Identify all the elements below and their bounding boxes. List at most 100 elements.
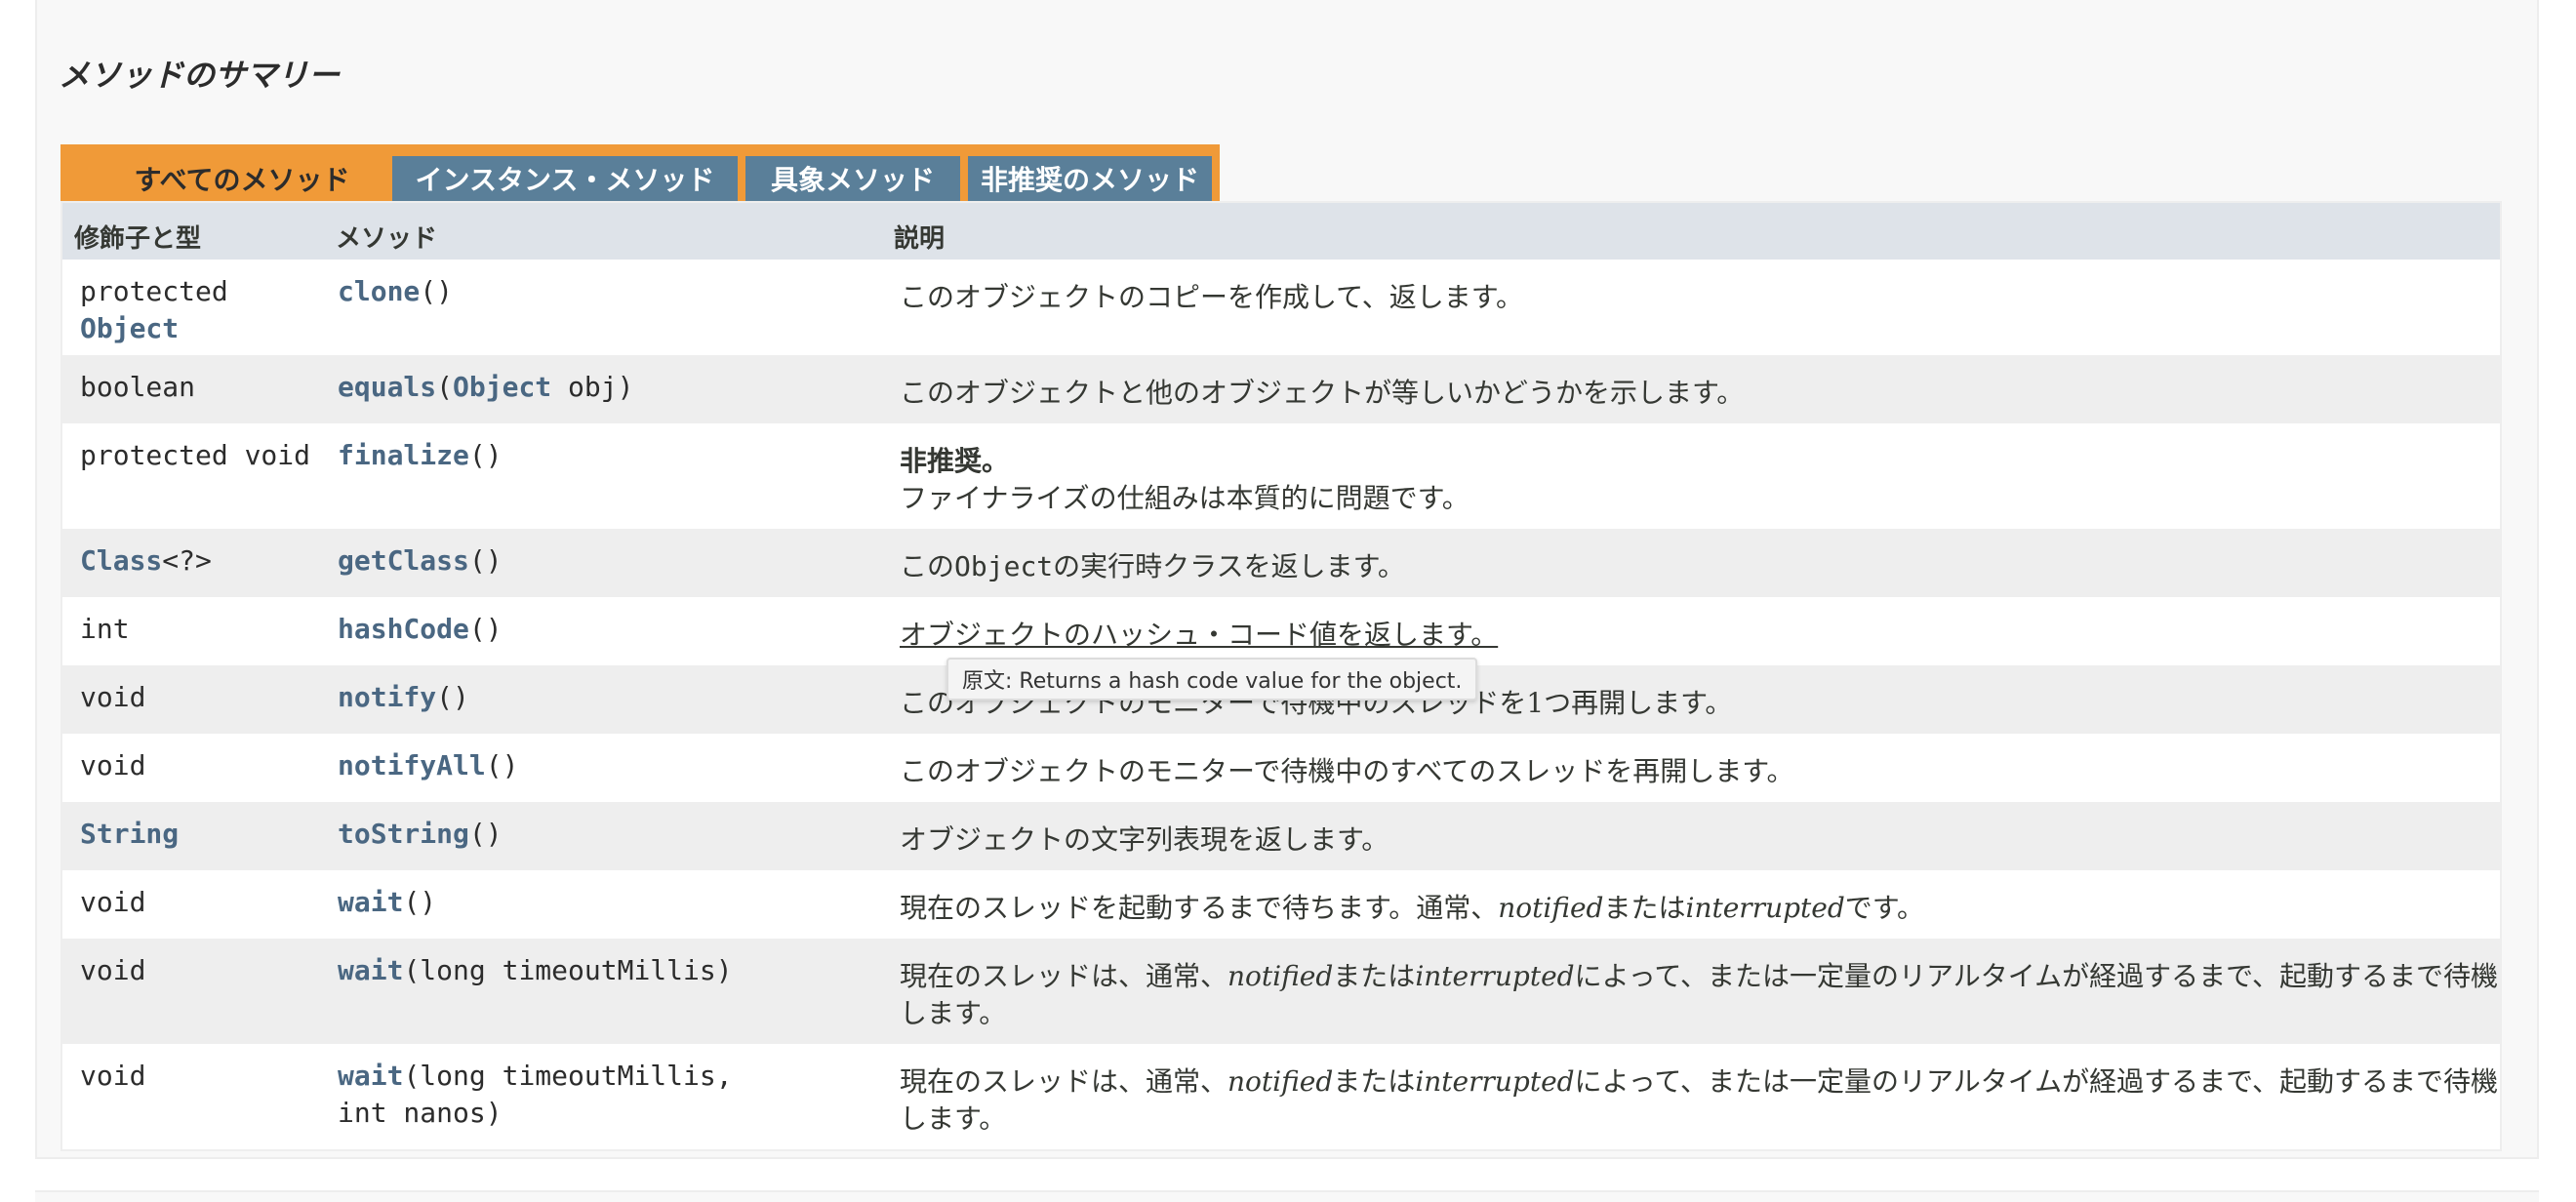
table-row: void wait() 現在のスレッドを起動するまで待ちます。通常、notifi… bbox=[62, 870, 2500, 939]
param-type-link[interactable]: Object bbox=[453, 371, 551, 403]
row-description-hovered[interactable]: オブジェクトのハッシュ・コード値を返します。 bbox=[900, 617, 2500, 654]
description-text: この bbox=[900, 550, 955, 582]
type-link[interactable]: Class bbox=[80, 544, 162, 577]
row-method: getClass() bbox=[338, 542, 884, 580]
method-link-wait-timeout[interactable]: wait bbox=[338, 954, 403, 986]
description-text: です。 bbox=[1844, 892, 1924, 924]
tab-all-methods[interactable]: すべてのメソッド bbox=[84, 156, 400, 201]
row-method: wait(long timeoutMillis, int nanos) bbox=[338, 1058, 884, 1132]
method-params: () bbox=[468, 613, 503, 645]
table-row: int hashCode() オブジェクトのハッシュ・コード値を返します。 bbox=[62, 597, 2500, 665]
method-params: obj) bbox=[551, 371, 634, 403]
method-params: () bbox=[468, 544, 503, 577]
tab-deprecated-methods[interactable]: 非推奨のメソッド bbox=[968, 156, 1212, 201]
row-method: equals(Object obj) bbox=[338, 369, 884, 406]
row-type: void bbox=[80, 681, 146, 713]
method-link-hashcode[interactable]: hashCode bbox=[338, 613, 469, 645]
description-emphasis: interrupted bbox=[1685, 892, 1845, 924]
type-link[interactable]: Object bbox=[80, 312, 179, 344]
method-params: int nanos) bbox=[338, 1097, 503, 1129]
row-type: int bbox=[80, 613, 130, 645]
method-link-wait-timeout-nanos[interactable]: wait bbox=[338, 1060, 403, 1092]
row-description: 現在のスレッドは、通常、notifiedまたはinterruptedによって、ま… bbox=[900, 1063, 2500, 1138]
method-params: () bbox=[436, 681, 469, 713]
row-method: clone() bbox=[338, 273, 884, 310]
method-params: () bbox=[403, 886, 437, 918]
row-description: 現在のスレッドを起動するまで待ちます。通常、notifiedまたはinterru… bbox=[900, 890, 2500, 927]
table-row: boolean equals(Object obj) このオブジェクトと他のオブ… bbox=[62, 355, 2500, 423]
row-method: notifyAll() bbox=[338, 747, 884, 784]
table-row: void wait(long timeoutMillis, int nanos)… bbox=[62, 1044, 2500, 1149]
type-generic: <?> bbox=[162, 544, 212, 577]
method-tab-bar: すべてのメソッド インスタンス・メソッド 具象メソッド 非推奨のメソッド bbox=[60, 144, 1220, 201]
header-method: メソッド bbox=[336, 224, 438, 254]
method-link-equals[interactable]: equals bbox=[338, 371, 436, 403]
row-type: String bbox=[80, 816, 324, 853]
header-modifier-type: 修飾子と型 bbox=[74, 224, 202, 254]
method-params: (long timeoutMillis, bbox=[403, 1060, 733, 1092]
table-row: protected void finalize() 非推奨。 ファイナライズの仕… bbox=[62, 423, 2500, 529]
deprecated-label: 非推奨。 bbox=[900, 445, 1010, 477]
method-link-tostring[interactable]: toString bbox=[338, 818, 469, 850]
method-params: (long timeoutMillis) bbox=[403, 954, 733, 986]
table-row: protected Object clone() このオブジェクトのコピーを作成… bbox=[62, 260, 2500, 355]
table-row: Class<?> getClass() このObjectの実行時クラスを返します… bbox=[62, 529, 2500, 597]
description-emphasis: interrupted bbox=[1415, 1065, 1575, 1098]
row-type: Class<?> bbox=[80, 542, 324, 580]
description-code: Object bbox=[954, 550, 1054, 582]
method-params: () bbox=[468, 439, 503, 471]
description-emphasis: notified bbox=[1228, 960, 1334, 992]
row-method: hashCode() bbox=[338, 611, 884, 648]
header-description: 説明 bbox=[894, 224, 946, 254]
row-method: toString() bbox=[338, 816, 884, 853]
tab-instance-methods[interactable]: インスタンス・メソッド bbox=[392, 156, 738, 201]
method-link-wait[interactable]: wait bbox=[338, 886, 403, 918]
method-params: () bbox=[468, 818, 503, 850]
row-method: wait(long timeoutMillis) bbox=[338, 952, 884, 989]
method-params: () bbox=[485, 749, 519, 781]
row-type: protected Object bbox=[80, 273, 324, 347]
row-description: このオブジェクトのモニターで待機中のすべてのスレッドを再開します。 bbox=[900, 755, 1794, 787]
section-title: メソッドのサマリー bbox=[59, 57, 341, 94]
description-emphasis: notified bbox=[1228, 1065, 1334, 1098]
tab-concrete-methods[interactable]: 具象メソッド bbox=[745, 156, 960, 201]
method-link-notify[interactable]: notify bbox=[338, 681, 436, 713]
description-text: 現在のスレッドは、通常、 bbox=[900, 960, 1228, 992]
row-description: 非推奨。 ファイナライズの仕組みは本質的に問題です。 bbox=[900, 443, 2500, 517]
row-description: 現在のスレッドは、通常、notifiedまたはinterruptedによって、ま… bbox=[900, 958, 2500, 1032]
method-params: () bbox=[420, 275, 454, 307]
row-type: void bbox=[80, 886, 146, 918]
description-text: ファイナライズの仕組みは本質的に問題です。 bbox=[900, 482, 1469, 514]
type-link[interactable]: String bbox=[80, 818, 179, 850]
description-text: 現在のスレッドを起動するまで待ちます。通常、 bbox=[900, 892, 1499, 924]
method-params: ( bbox=[436, 371, 454, 403]
row-type: protected void bbox=[80, 439, 311, 471]
row-type: void bbox=[80, 749, 146, 781]
method-link-getclass[interactable]: getClass bbox=[338, 544, 469, 577]
translation-tooltip: 原文: Returns a hash code value for the ob… bbox=[946, 658, 1478, 701]
method-link-finalize[interactable]: finalize bbox=[338, 439, 469, 471]
row-description: このObjectの実行時クラスを返します。 bbox=[900, 548, 2500, 585]
table-header: 修飾子と型 メソッド 説明 bbox=[62, 203, 2500, 260]
description-emphasis: notified bbox=[1498, 892, 1604, 924]
description-text: の実行時クラスを返します。 bbox=[1053, 550, 1405, 582]
row-type: void bbox=[80, 1060, 146, 1092]
row-method: wait() bbox=[338, 884, 884, 921]
description-emphasis: interrupted bbox=[1415, 960, 1575, 992]
row-type: boolean bbox=[80, 371, 196, 403]
row-description: このオブジェクトと他のオブジェクトが等しいかどうかを示します。 bbox=[900, 377, 1745, 409]
description-text: 現在のスレッドは、通常、 bbox=[900, 1065, 1228, 1098]
table-row: void wait(long timeoutMillis) 現在のスレッドは、通… bbox=[62, 939, 2500, 1044]
method-link-notifyall[interactable]: notifyAll bbox=[338, 749, 486, 781]
table-row: String toString() オブジェクトの文字列表現を返します。 bbox=[62, 802, 2500, 870]
method-link-clone[interactable]: clone bbox=[338, 275, 420, 307]
description-text: または bbox=[1603, 892, 1686, 924]
row-method: finalize() bbox=[338, 437, 884, 474]
method-summary-section: メソッドのサマリー すべてのメソッド インスタンス・メソッド 具象メソッド 非推… bbox=[35, 0, 2539, 1159]
row-description: オブジェクトの文字列表現を返します。 bbox=[900, 823, 1389, 856]
row-type: void bbox=[80, 954, 146, 986]
row-method: notify() bbox=[338, 679, 884, 716]
table-row: void notifyAll() このオブジェクトのモニターで待機中のすべてのス… bbox=[62, 734, 2500, 802]
next-section-edge bbox=[35, 1190, 2539, 1202]
row-description: このオブジェクトのコピーを作成して、返します。 bbox=[900, 281, 1523, 313]
